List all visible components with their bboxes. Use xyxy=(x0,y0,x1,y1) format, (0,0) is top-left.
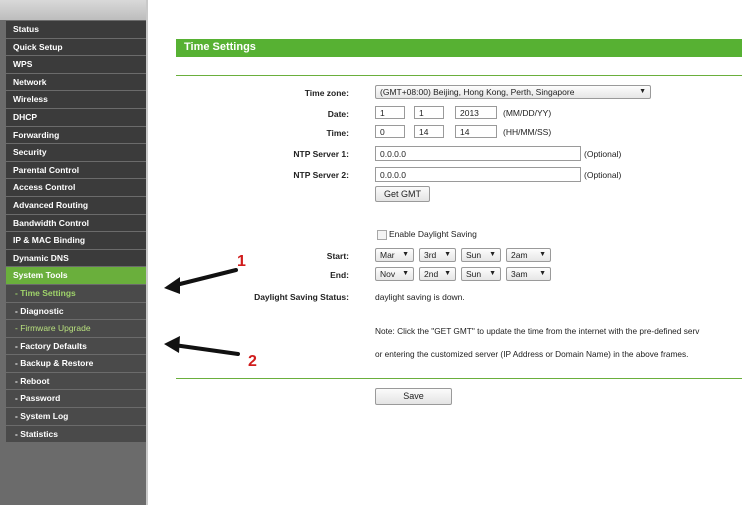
sidebar-item-reboot[interactable]: - Reboot xyxy=(6,372,146,391)
time-format-hint: (HH/MM/SS) xyxy=(503,127,552,137)
annotation-arrow-1 xyxy=(164,268,238,294)
sidebar-item-bandwidth-control[interactable]: Bandwidth Control xyxy=(6,214,146,233)
ntp2-field[interactable]: 0.0.0.0 xyxy=(375,167,581,182)
start-week-select[interactable]: 3rd ▼ xyxy=(419,248,456,262)
date-day-field[interactable]: 1 xyxy=(414,106,444,119)
save-button[interactable]: Save xyxy=(375,388,452,405)
end-day-select[interactable]: Sun ▼ xyxy=(461,267,501,281)
end-hour-value: 3am xyxy=(511,269,528,279)
timezone-label: Time zone: xyxy=(304,88,349,98)
dst-checkbox[interactable] xyxy=(377,230,387,240)
sidebar-item-firmware-upgrade[interactable]: - Firmware Upgrade xyxy=(6,320,146,338)
sidebar-item-system-tools[interactable]: System Tools xyxy=(6,267,146,285)
note-line-2: or entering the customized server (IP Ad… xyxy=(375,349,689,359)
chevron-down-icon: ▼ xyxy=(539,270,546,277)
sidebar-item-access-control[interactable]: Access Control xyxy=(6,179,146,197)
timezone-select[interactable]: (GMT+08:00) Beijing, Hong Kong, Perth, S… xyxy=(375,85,651,99)
page-title: Time Settings xyxy=(184,41,256,53)
sidebar-item-ip-mac-binding[interactable]: IP & MAC Binding xyxy=(6,232,146,250)
note-line-1: Note: Click the "GET GMT" to update the … xyxy=(375,326,700,336)
divider-top xyxy=(176,75,742,76)
chevron-down-icon: ▼ xyxy=(444,270,451,277)
ntp2-label: NTP Server 2: xyxy=(293,170,349,180)
start-hour-select[interactable]: 2am ▼ xyxy=(506,248,551,262)
date-label: Date: xyxy=(327,109,349,119)
sidebar-item-parental-control[interactable]: Parental Control xyxy=(6,161,146,180)
date-format-hint: (MM/DD/YY) xyxy=(503,108,552,118)
divider-bottom xyxy=(176,378,742,379)
sidebar-item-dynamic-dns[interactable]: Dynamic DNS xyxy=(6,249,146,268)
sidebar-item-statistics[interactable]: - Statistics xyxy=(6,425,146,444)
end-day-value: Sun xyxy=(466,269,482,279)
start-week-value: 3rd xyxy=(424,250,437,260)
chevron-down-icon: ▼ xyxy=(402,270,409,277)
sidebar-item-wireless[interactable]: Wireless xyxy=(6,91,146,109)
end-month-value: Nov xyxy=(380,269,396,279)
sidebar-item-advanced-routing[interactable]: Advanced Routing xyxy=(6,196,146,215)
ntp1-optional: (Optional) xyxy=(584,149,622,159)
sidebar-item-diagnostic[interactable]: - Diagnostic xyxy=(6,302,146,321)
end-month-select[interactable]: Nov ▼ xyxy=(375,267,414,281)
annotation-number-2: 2 xyxy=(248,353,257,370)
date-month-field[interactable]: 1 xyxy=(375,106,405,119)
sidebar-item-forwarding[interactable]: Forwarding xyxy=(6,126,146,145)
annotation-arrows xyxy=(164,268,240,356)
time-label: Time: xyxy=(326,128,349,138)
chevron-down-icon: ▼ xyxy=(444,251,451,258)
chevron-down-icon: ▼ xyxy=(402,251,409,258)
chevron-down-icon: ▼ xyxy=(539,251,546,258)
ntp1-field[interactable]: 0.0.0.0 xyxy=(375,146,581,161)
sidebar-menu: Status Quick Setup WPS Network Wireless DHCP F… xyxy=(6,21,146,444)
chevron-down-icon: ▼ xyxy=(639,88,646,95)
end-hour-select[interactable]: 3am ▼ xyxy=(506,267,551,281)
ntp1-label: NTP Server 1: xyxy=(293,149,349,159)
start-month-select[interactable]: Mar ▼ xyxy=(375,248,414,262)
sidebar-item-quick-setup[interactable]: Quick Setup xyxy=(6,38,146,57)
timezone-value: (GMT+08:00) Beijing, Hong Kong, Perth, S… xyxy=(380,87,575,97)
sidebar-item-password[interactable]: - Password xyxy=(6,390,146,409)
sidebar: Status Quick Setup WPS Network Wireless DHCP F… xyxy=(0,0,148,505)
end-week-select[interactable]: 2nd ▼ xyxy=(419,267,456,281)
sidebar-item-backup-restore[interactable]: - Backup & Restore xyxy=(6,355,146,373)
chevron-down-icon: ▼ xyxy=(489,270,496,277)
start-hour-value: 2am xyxy=(511,250,528,260)
annotation-number-1: 1 xyxy=(237,253,246,270)
ntp2-optional: (Optional) xyxy=(584,170,622,180)
dst-checkbox-label: Enable Daylight Saving xyxy=(389,229,477,239)
end-week-value: 2nd xyxy=(424,269,439,279)
section-header: Time Settings xyxy=(176,39,742,57)
start-day-select[interactable]: Sun ▼ xyxy=(461,248,501,262)
sidebar-item-factory-defaults[interactable]: - Factory Defaults xyxy=(6,337,146,356)
get-gmt-button[interactable]: Get GMT xyxy=(375,186,430,202)
time-hour-field[interactable]: 0 xyxy=(375,125,405,138)
sidebar-item-status[interactable]: Status xyxy=(6,21,146,39)
sidebar-item-dhcp[interactable]: DHCP xyxy=(6,108,146,127)
chevron-down-icon: ▼ xyxy=(489,251,496,258)
date-year-field[interactable]: 2013 xyxy=(455,106,497,119)
time-minute-field[interactable]: 14 xyxy=(414,125,444,138)
time-second-field[interactable]: 14 xyxy=(455,125,497,138)
sidebar-item-wps[interactable]: WPS xyxy=(6,56,146,74)
start-month-value: Mar xyxy=(380,250,395,260)
sidebar-item-network[interactable]: Network xyxy=(6,73,146,92)
dst-status-value: daylight saving is down. xyxy=(375,292,465,302)
sidebar-top-strip xyxy=(0,0,146,20)
annotation-arrow-2 xyxy=(164,336,240,356)
top-bar xyxy=(148,0,742,33)
sidebar-item-time-settings[interactable]: - Time Settings xyxy=(6,284,146,303)
sidebar-item-system-log[interactable]: - System Log xyxy=(6,408,146,426)
sidebar-item-security[interactable]: Security xyxy=(6,144,146,162)
start-day-value: Sun xyxy=(466,250,482,260)
